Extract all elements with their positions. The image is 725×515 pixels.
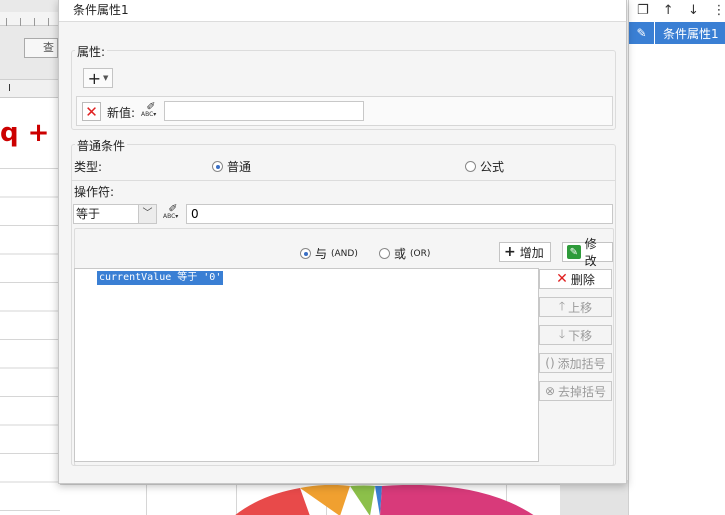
arrow-up-icon: 🡑 <box>558 298 566 313</box>
remove-parens-icon: ⊗ <box>544 384 556 398</box>
radio-dot <box>300 248 311 259</box>
attribute-row: ✕ 新值: ✐ ABC▾ <box>76 96 613 126</box>
radio-dot <box>379 248 390 259</box>
formula-glyph: q + <box>0 118 50 148</box>
copy-icon[interactable]: ❐ <box>637 3 649 18</box>
arrow-down-icon: 🡓 <box>558 326 566 341</box>
side-item-label: 条件属性1 <box>663 26 719 41</box>
operand-input[interactable] <box>186 204 613 224</box>
operator-select[interactable]: 等于 ﹀ <box>73 204 157 224</box>
sheet-grid-bottom[interactable] <box>60 484 570 515</box>
dialog-title: 条件属性1 <box>59 0 626 22</box>
side-item-condition-attribute[interactable]: ✎ 条件属性1 <box>629 22 725 44</box>
column-header: I <box>0 80 60 98</box>
modify-condition-button[interactable]: ✎ 修改 <box>562 237 613 268</box>
more-icon[interactable]: ⋮ <box>713 3 725 18</box>
type-radio-formula[interactable]: 公式 <box>465 158 504 175</box>
divider <box>71 180 616 181</box>
sheet-grid[interactable] <box>0 168 60 515</box>
condition-attribute-dialog: 条件属性1 属性: + ▼ ✕ 新值: ✐ ABC▾ 普通条件 类型: 普通 公式 … <box>58 0 627 484</box>
move-down-button[interactable]: 🡓 下移 <box>539 325 612 345</box>
radio-dot <box>212 161 223 172</box>
condition-item[interactable]: currentValue 等于 '0' <box>97 271 224 285</box>
new-value-input[interactable] <box>164 101 364 121</box>
logic-or-en: (OR) <box>410 248 431 259</box>
logic-and-label: 与 <box>315 247 328 261</box>
ruler <box>0 12 60 26</box>
add-condition-label: 增加 <box>519 245 544 260</box>
move-up-label: 上移 <box>568 300 593 315</box>
move-down-label: 下移 <box>568 328 593 343</box>
add-condition-button[interactable]: + 增加 <box>499 242 551 262</box>
chevron-down-icon: ▼ <box>103 74 109 82</box>
query-button[interactable]: 查 <box>24 38 58 58</box>
delete-label: 删除 <box>570 272 595 287</box>
move-up-button[interactable]: 🡑 上移 <box>539 297 612 317</box>
modify-condition-label: 修改 <box>584 237 597 268</box>
close-icon: ✕ <box>556 271 568 287</box>
parens-icon: () <box>545 356 555 370</box>
type-formula-label: 公式 <box>480 160 505 174</box>
arrow-up-icon[interactable]: ↑ <box>663 3 674 18</box>
logic-or-label: 或 <box>394 247 407 261</box>
pie-chart-fragment <box>235 485 534 515</box>
type-label: 类型: <box>74 160 103 174</box>
background-gray-column <box>560 480 628 515</box>
condition-list-panel: ❐ ↑ ↓ ⋮ ✎ 条件属性1 <box>628 0 725 515</box>
type-normal-label: 普通 <box>227 160 252 174</box>
add-attribute-label: + <box>87 68 101 88</box>
normal-condition-title: 普通条件 <box>75 137 128 154</box>
logic-and-en: (AND) <box>331 248 358 259</box>
side-toolbar: ❐ ↑ ↓ ⋮ <box>629 0 725 20</box>
operand-formula-icon[interactable]: ✐ ABC▾ <box>163 203 183 222</box>
logic-radio-or[interactable]: 或 (OR) <box>379 245 430 262</box>
chevron-down-icon[interactable]: ﹀ <box>138 205 156 223</box>
plus-icon: + <box>504 244 516 260</box>
add-attribute-button[interactable]: + ▼ <box>83 68 113 88</box>
add-parens-button[interactable]: () 添加括号 <box>539 353 612 373</box>
arrow-down-icon[interactable]: ↓ <box>688 3 699 18</box>
radio-dot <box>465 161 476 172</box>
pencil-icon: ✎ <box>629 22 655 44</box>
remove-parens-label: 去掉括号 <box>558 384 607 399</box>
formula-edit-icon[interactable]: ✐ ABC▾ <box>141 101 161 120</box>
type-radio-normal[interactable]: 普通 <box>212 158 251 175</box>
operator-select-value: 等于 <box>76 207 101 221</box>
operator-label: 操作符: <box>74 185 115 199</box>
edit-icon: ✎ <box>567 245 581 259</box>
condition-list[interactable]: currentValue 等于 '0' <box>74 268 539 462</box>
delete-attribute-icon[interactable]: ✕ <box>82 102 101 121</box>
logic-radio-and[interactable]: 与 (AND) <box>300 245 358 262</box>
new-value-label: 新值: <box>107 106 136 120</box>
delete-button[interactable]: ✕ 删除 <box>539 269 612 289</box>
attributes-group-title: 属性: <box>75 43 108 60</box>
add-parens-label: 添加括号 <box>557 356 606 371</box>
remove-parens-button[interactable]: ⊗ 去掉括号 <box>539 381 612 401</box>
